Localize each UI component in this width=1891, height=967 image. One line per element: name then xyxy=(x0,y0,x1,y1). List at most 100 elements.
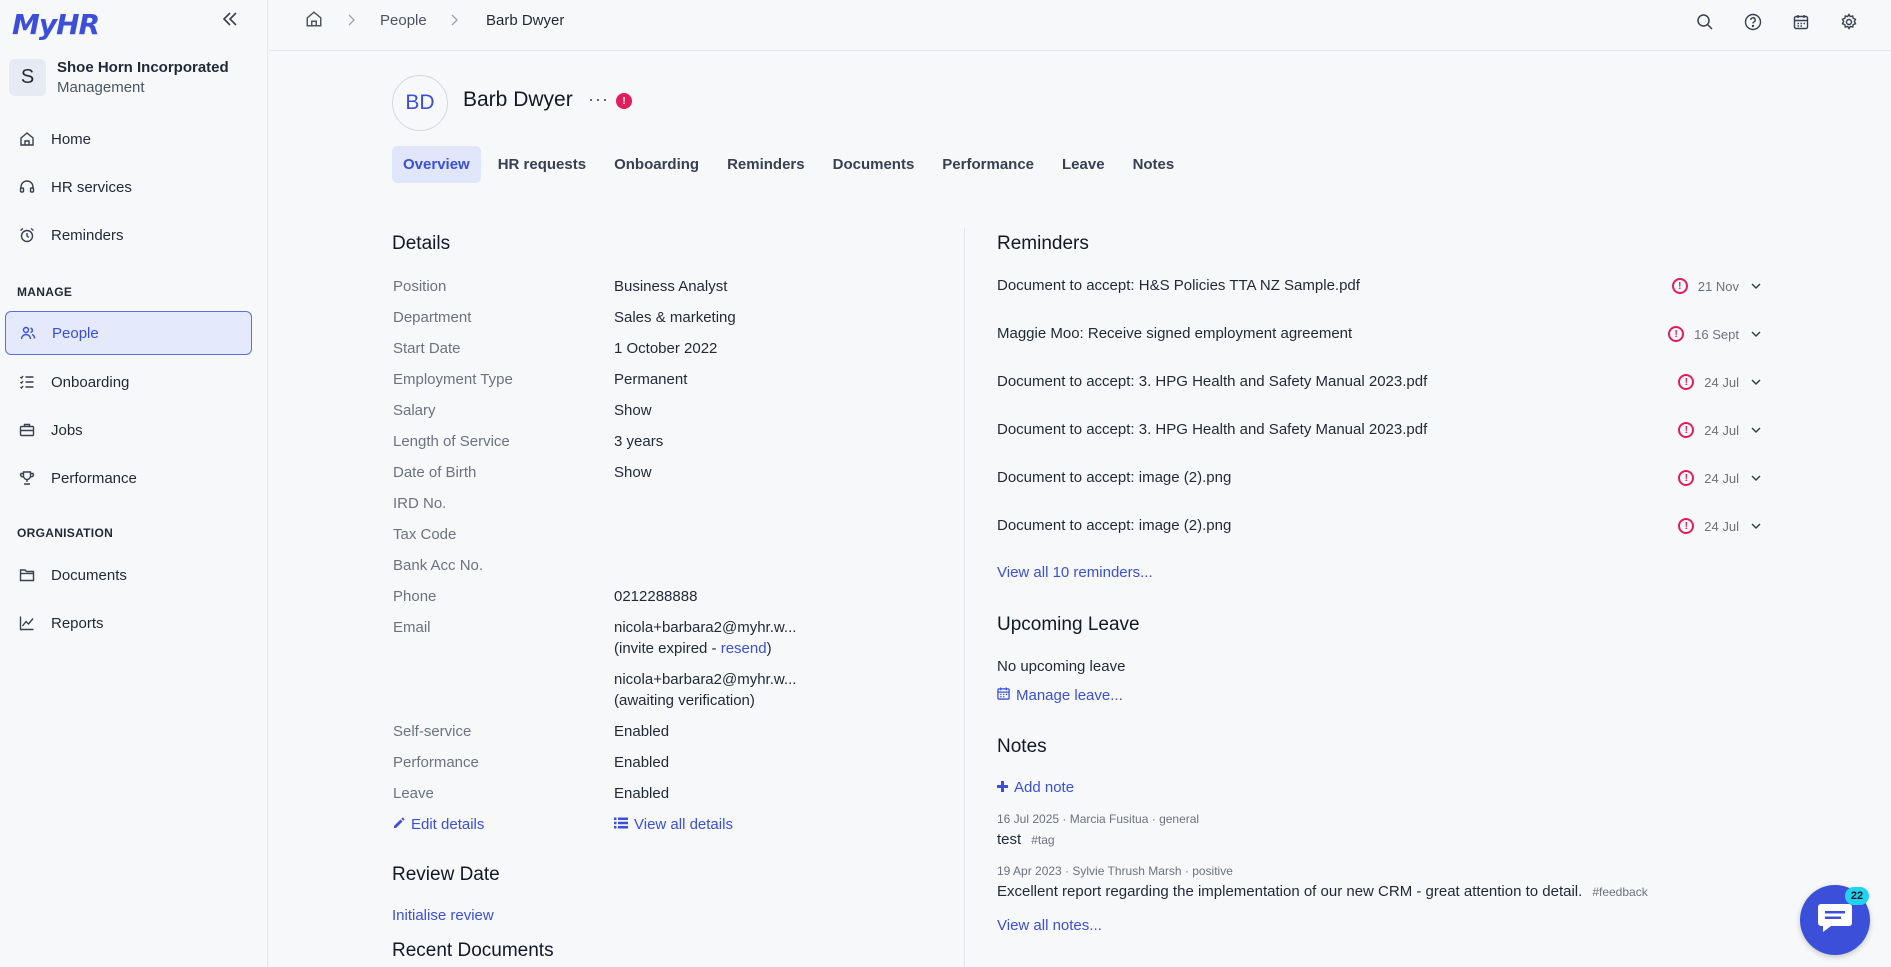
help-icon[interactable] xyxy=(1741,10,1765,34)
reminder-item[interactable]: Maggie Moo: Receive signed employment ag… xyxy=(997,325,1763,349)
chat-unread-badge: 22 xyxy=(1845,887,1869,905)
pencil-icon xyxy=(393,816,405,833)
detail-label: Salary xyxy=(393,402,436,419)
add-note-label: Add note xyxy=(1014,779,1075,796)
overdue-icon: ! xyxy=(1678,518,1695,534)
tab-documents[interactable]: Documents xyxy=(822,146,926,183)
reminder-text: Maggie Moo: Receive signed employment ag… xyxy=(997,325,1353,342)
chevron-down-icon[interactable] xyxy=(1749,279,1763,293)
note-tag[interactable]: #tag xyxy=(1031,833,1054,847)
note-tag[interactable]: #feedback xyxy=(1592,885,1647,899)
chart-line-icon xyxy=(17,613,37,633)
search-icon[interactable] xyxy=(1693,10,1717,34)
show-dob-link[interactable]: Show xyxy=(614,464,652,481)
chevron-down-icon[interactable] xyxy=(1749,519,1763,533)
org-role: Management xyxy=(57,79,145,96)
org-switcher[interactable]: S Shoe Horn Incorporated Management xyxy=(9,59,229,96)
tab-onboarding[interactable]: Onboarding xyxy=(603,146,710,183)
nav-jobs-label: Jobs xyxy=(51,421,83,439)
sidebar: MyHR S Shoe Horn Incorporated Management… xyxy=(0,0,268,967)
detail-value: Enabled xyxy=(614,785,670,802)
myhr-logo[interactable]: MyHR xyxy=(12,8,100,41)
more-options-button[interactable]: ··· xyxy=(588,89,609,110)
edit-details-label: Edit details xyxy=(411,816,485,833)
view-all-details-link[interactable]: View all details xyxy=(614,816,733,833)
view-all-notes-link[interactable]: View all notes... xyxy=(997,917,1102,934)
email-status-text: (invite expired - xyxy=(614,640,721,657)
nav-jobs[interactable]: Jobs xyxy=(5,408,252,452)
chat-icon xyxy=(1817,901,1853,939)
breadcrumb-people[interactable]: People xyxy=(380,12,427,29)
overdue-icon: ! xyxy=(1668,326,1685,342)
detail-value: Enabled xyxy=(614,723,670,740)
briefcase-icon xyxy=(17,420,37,440)
org-name: Shoe Horn Incorporated xyxy=(57,59,229,76)
review-date-heading: Review Date xyxy=(392,864,500,885)
nav-performance[interactable]: Performance xyxy=(5,456,252,500)
reminder-item[interactable]: Document to accept: image (2).png! 24 Jul xyxy=(997,517,1763,541)
nav-reminders[interactable]: Reminders xyxy=(5,213,252,257)
detail-label: Email xyxy=(393,619,431,636)
show-salary-link[interactable]: Show xyxy=(614,402,652,419)
reminder-date: 24 Jul xyxy=(1704,470,1739,486)
plus-icon xyxy=(997,779,1008,796)
nav-reports[interactable]: Reports xyxy=(5,601,252,645)
alert-icon[interactable]: ! xyxy=(616,93,632,109)
detail-value: 0212288888 xyxy=(614,588,698,605)
reminder-item[interactable]: Document to accept: 3. HPG Health and Sa… xyxy=(997,373,1763,397)
nav-people[interactable]: People xyxy=(5,311,252,355)
nav-home[interactable]: Home xyxy=(5,117,252,161)
nav-documents[interactable]: Documents xyxy=(5,553,252,597)
nav-onboarding[interactable]: Onboarding xyxy=(5,360,252,404)
email-status-text: ) xyxy=(766,640,772,657)
tab-hr-requests[interactable]: HR requests xyxy=(487,146,597,183)
reminder-text: Document to accept: image (2).png xyxy=(997,517,1232,534)
list-icon xyxy=(614,816,628,833)
reminder-date: 21 Nov xyxy=(1697,278,1739,294)
detail-label: Phone xyxy=(393,588,437,605)
edit-details-link[interactable]: Edit details xyxy=(393,816,484,833)
home-breadcrumb-icon[interactable] xyxy=(305,10,323,32)
tab-performance[interactable]: Performance xyxy=(931,146,1045,183)
manage-leave-link[interactable]: Manage leave... xyxy=(997,687,1123,704)
chevron-down-icon[interactable] xyxy=(1749,327,1763,341)
tab-leave[interactable]: Leave xyxy=(1051,146,1116,183)
view-all-reminders-link[interactable]: View all 10 reminders... xyxy=(997,564,1153,581)
chevron-down-icon[interactable] xyxy=(1749,423,1763,437)
section-manage: MANAGE xyxy=(17,285,73,299)
person-avatar: BD xyxy=(392,75,448,131)
note-meta: 19 Apr 2023 · Sylvie Thrush Marsh · posi… xyxy=(997,864,1233,878)
reminder-date: 16 Sept xyxy=(1694,326,1739,342)
calendar-icon[interactable] xyxy=(1789,10,1813,34)
details-heading: Details xyxy=(392,233,451,254)
nav-hr-services[interactable]: HR services xyxy=(5,165,252,209)
detail-value: Sales & marketing xyxy=(614,309,736,326)
reminder-item[interactable]: Document to accept: H&S Policies TTA NZ … xyxy=(997,277,1763,301)
reminder-date: 24 Jul xyxy=(1704,518,1739,534)
add-note-link[interactable]: Add note xyxy=(997,779,1074,796)
reminder-item[interactable]: Document to accept: 3. HPG Health and Sa… xyxy=(997,421,1763,445)
collapse-sidebar-icon[interactable] xyxy=(218,10,242,34)
chevron-down-icon[interactable] xyxy=(1749,471,1763,485)
detail-label: Bank Acc No. xyxy=(393,557,484,574)
reminder-item[interactable]: Document to accept: image (2).png! 24 Jul xyxy=(997,469,1763,493)
tab-reminders[interactable]: Reminders xyxy=(716,146,816,183)
view-all-details-label: View all details xyxy=(634,816,733,833)
overdue-icon: ! xyxy=(1678,374,1695,390)
detail-value: Permanent xyxy=(614,371,688,388)
settings-icon[interactable] xyxy=(1837,10,1861,34)
tab-notes[interactable]: Notes xyxy=(1122,146,1186,183)
initialise-review-link[interactable]: Initialise review xyxy=(392,907,494,924)
org-avatar: S xyxy=(9,59,46,96)
reminder-text: Document to accept: H&S Policies TTA NZ … xyxy=(997,277,1360,294)
detail-label: Date of Birth xyxy=(393,464,477,481)
resend-invite-link[interactable]: resend xyxy=(721,640,767,657)
reminder-text: Document to accept: 3. HPG Health and Sa… xyxy=(997,373,1428,390)
chevron-right-icon xyxy=(345,13,357,31)
nav-people-label: People xyxy=(52,324,99,342)
detail-label: Self-service xyxy=(393,723,472,740)
chevron-down-icon[interactable] xyxy=(1749,375,1763,389)
reminder-date: 24 Jul xyxy=(1704,422,1739,438)
detail-label: IRD No. xyxy=(393,495,447,512)
tab-overview[interactable]: Overview xyxy=(392,146,481,183)
